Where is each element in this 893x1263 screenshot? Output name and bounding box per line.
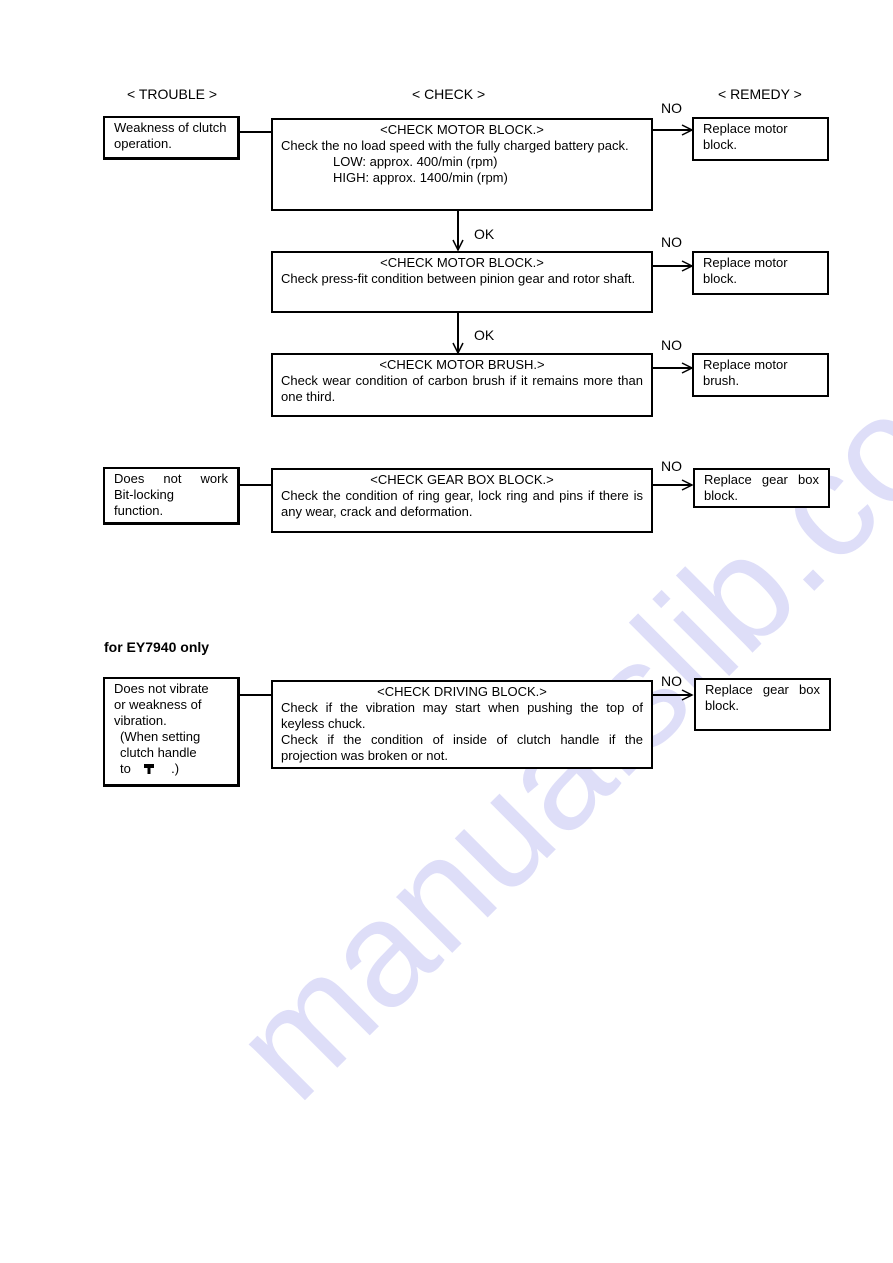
header-remedy: < REMEDY > [718,86,802,102]
hammer-icon [144,764,155,774]
model-note: for EY7940 only [104,639,210,655]
trouble-word: work [200,471,228,486]
arrow-right-icon [652,362,694,374]
remedy-box-motor-block-2: Replace motor block. [692,251,829,295]
no-label: NO [661,234,682,250]
check-title: <CHECK DRIVING BLOCK.> [377,684,547,699]
header-trouble: < TROUBLE > [127,86,218,102]
trouble-line: Does not vibrate [114,681,209,696]
remedy-text: Replace motor block. [703,255,788,286]
remedy-text: Replace motor block. [703,121,788,152]
remedy-box-gear-box-2: Replace gear box block. [694,678,831,731]
remedy-text: Replace gear box block. [704,472,819,503]
check-text: Check if the vibration may start when pu… [281,700,643,731]
check-title: <CHECK MOTOR BRUSH.> [379,357,545,372]
trouble-line: vibration. [114,713,167,728]
check-box-motor-speed: <CHECK MOTOR BLOCK.> Check the no load s… [271,118,653,211]
check-text: Check if the condition of inside of clut… [281,732,643,763]
header-check: < CHECK > [412,86,486,102]
trouble-line: Bit-locking [114,487,174,502]
connector-line [240,484,272,486]
remedy-box-motor-brush: Replace motor brush. [692,353,829,397]
check-box-press-fit: <CHECK MOTOR BLOCK.> Check press-fit con… [271,251,653,313]
ok-label: OK [474,226,495,242]
check-text: Check wear condition of carbon brush if … [281,373,643,404]
no-label: NO [661,673,682,689]
trouble-box-clutch: Weakness of clutch operation. [103,116,240,160]
trouble-word: Does [114,471,145,486]
connector-line [240,694,272,696]
check-text: Check press-fit condition between pinion… [281,271,636,286]
check-box-motor-brush: <CHECK MOTOR BRUSH.> Check wear conditio… [271,353,653,417]
check-text: Check the condition of ring gear, lock r… [281,488,643,519]
remedy-box-gear-box: Replace gear box block. [693,468,830,508]
remedy-box-motor-block: Replace motor block. [692,117,829,161]
connector-line [240,131,272,133]
arrow-right-icon [652,124,694,136]
trouble-line: (When setting [120,729,201,744]
trouble-to: to [120,761,131,776]
trouble-word: not [163,471,182,486]
arrow-right-icon [652,689,694,701]
trouble-text: Weakness of clutch operation. [114,120,227,151]
trouble-end: .) [171,761,180,776]
trouble-line: clutch handle [120,745,197,760]
no-label: NO [661,337,682,353]
no-label: NO [661,458,682,474]
check-text: Check the no load speed with the fully c… [281,138,629,153]
spec-low: LOW: approx. 400/min (rpm) [333,154,498,169]
no-label: NO [661,100,682,116]
trouble-box-bit-locking: Does not work Bit-locking function. [103,467,240,525]
check-title: <CHECK MOTOR BLOCK.> [380,255,544,270]
trouble-line: or weakness of [114,697,202,712]
arrow-right-icon [652,260,694,272]
check-title: <CHECK MOTOR BLOCK.> [380,122,544,137]
arrow-down-icon [452,210,464,252]
check-box-driving: <CHECK DRIVING BLOCK.> Check if the vibr… [271,680,653,769]
remedy-text: Replace motor brush. [703,357,788,388]
spec-high: HIGH: approx. 1400/min (rpm) [333,170,508,185]
remedy-text: Replace gear box block. [705,682,820,713]
ok-label: OK [474,327,495,343]
trouble-box-vibration: Does not vibrate or weakness of vibratio… [103,677,240,787]
arrow-right-icon [652,479,694,491]
check-box-gear-box: <CHECK GEAR BOX BLOCK.> Check the condit… [271,468,653,533]
check-title: <CHECK GEAR BOX BLOCK.> [370,472,554,487]
arrow-down-icon [452,313,464,355]
trouble-line: function. [114,503,164,518]
